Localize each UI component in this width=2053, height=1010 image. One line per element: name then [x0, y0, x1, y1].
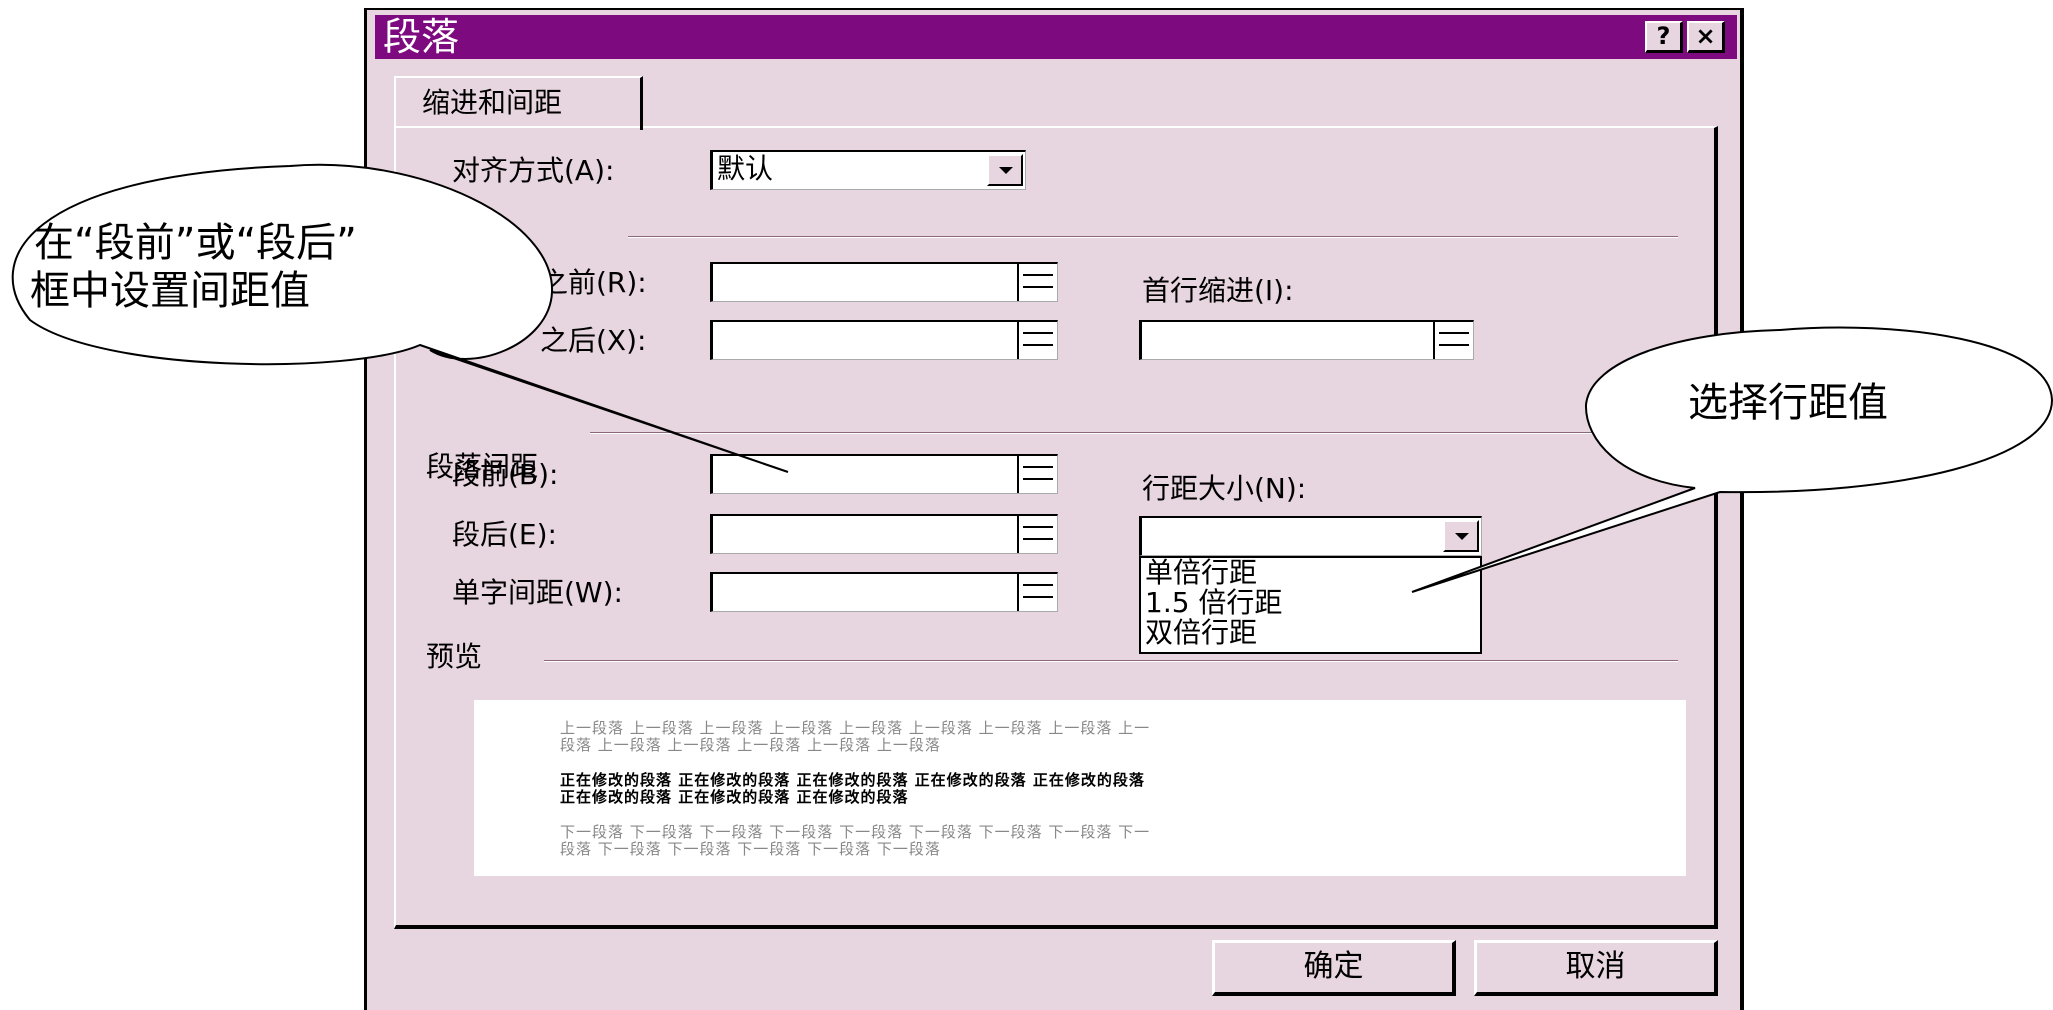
right-callout-text: 选择行距值	[1688, 380, 1888, 426]
left-callout-line: 在“段前”或“段后”	[34, 220, 357, 266]
left-callout-bubble	[11, 163, 789, 473]
right-callout-bubble	[1411, 326, 2053, 593]
callout-overlay	[11, 163, 2053, 593]
left-callout-line: 框中设置间距值	[30, 268, 310, 314]
